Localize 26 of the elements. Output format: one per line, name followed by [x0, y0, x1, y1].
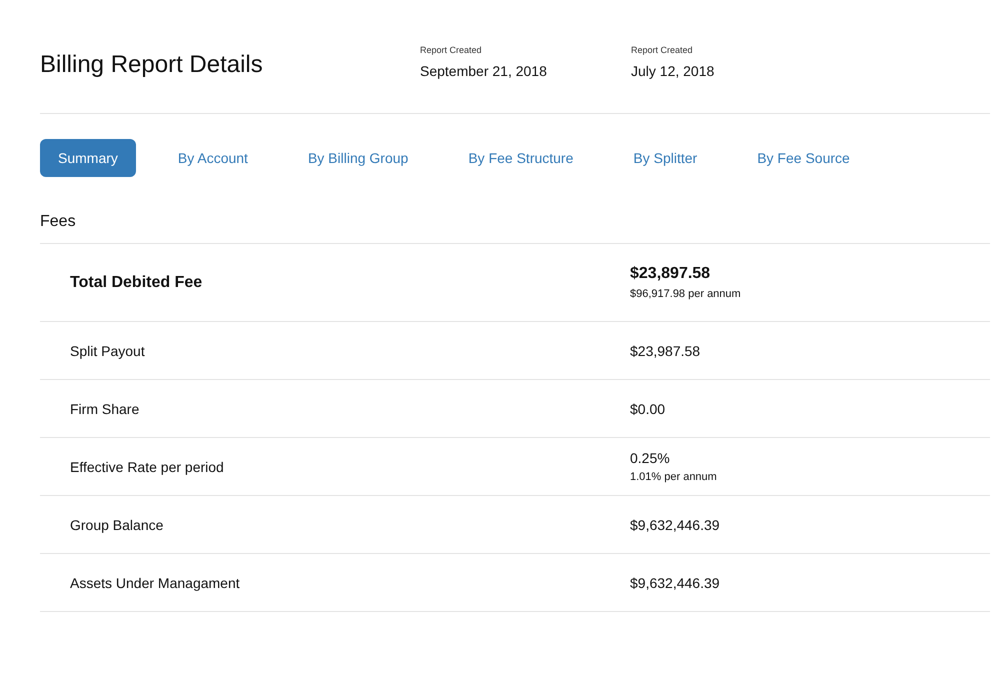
section-title: Fees — [40, 213, 990, 244]
tab[interactable]: By Billing Group — [290, 139, 426, 177]
row-value: $23,987.58 — [630, 342, 700, 358]
row-label: Group Balance — [69, 516, 164, 532]
tab[interactable]: By Fee Source — [739, 139, 868, 177]
date-value: September 21, 2018 — [420, 63, 548, 79]
row-subvalue: $96,917.98 per annum — [630, 288, 741, 300]
row-label: Firm Share — [69, 400, 140, 416]
row-label: Split Payout — [69, 342, 146, 358]
row-label: Effective Rate per period — [69, 458, 225, 474]
row-subvalue: 1.01% per annum — [630, 471, 717, 483]
tab[interactable]: By Splitter — [615, 139, 716, 177]
row-label: Assets Under Managament — [69, 574, 241, 590]
tab[interactable]: By Fee Structure — [450, 139, 592, 177]
tab[interactable]: By Account — [160, 139, 266, 177]
date-label: Report Created — [631, 45, 694, 55]
row-value: $0.00 — [630, 400, 666, 416]
row-value: $9,632,446.39 — [630, 516, 720, 532]
row-value: $23,897.58 — [630, 265, 712, 283]
tab[interactable]: Summary — [40, 139, 136, 177]
date-value: July 12, 2018 — [631, 63, 716, 79]
row-value: 0.25% — [630, 450, 671, 466]
row-label: Total Debited Fee — [69, 274, 204, 292]
page-title: Billing Report Details — [40, 51, 264, 79]
date-label: Report Created — [420, 45, 483, 55]
row-value: $9,632,446.39 — [630, 574, 720, 590]
